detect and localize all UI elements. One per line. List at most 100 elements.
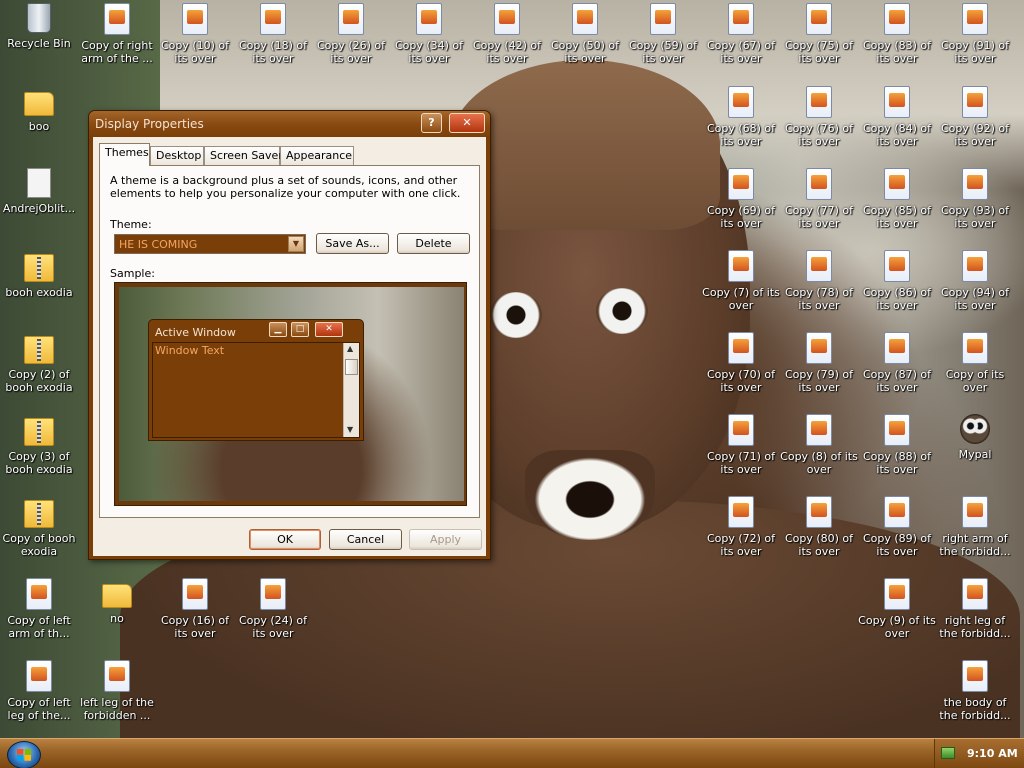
media-file-icon (26, 660, 52, 692)
dialog-titlebar[interactable]: Display Properties ? ✕ (89, 111, 490, 137)
media-file-icon (884, 86, 910, 118)
tab-desktop[interactable]: Desktop (150, 146, 204, 165)
scroll-down-icon: ▼ (347, 425, 354, 434)
dialog-title: Display Properties (95, 117, 204, 131)
desktop-icon-file[interactable]: Copy (87) of its over (858, 332, 936, 394)
desktop-icon-file[interactable]: the body of the forbidd... (936, 660, 1014, 722)
taskbar-clock[interactable]: 9:10 AM (967, 747, 1018, 760)
help-button[interactable]: ? (421, 113, 442, 133)
media-file-icon (728, 168, 754, 200)
desktop-icon-folder[interactable]: boo (0, 86, 78, 133)
desktop-icon-file[interactable]: Copy (24) of its over (234, 578, 312, 640)
raccoon-browser-icon (960, 414, 990, 444)
desktop-icon-file[interactable]: left leg of the forbidden ... (78, 660, 156, 722)
desktop-icon-file[interactable]: Copy (77) of its over (780, 168, 858, 230)
desktop-icon-file[interactable]: Copy of left leg of the... (0, 660, 78, 722)
desktop-icon-file[interactable]: Copy (26) of its over (312, 3, 390, 65)
close-button[interactable]: ✕ (449, 113, 485, 133)
media-file-icon (572, 3, 598, 35)
media-file-icon (104, 3, 130, 35)
desktop-icon-file[interactable]: Copy (83) of its over (858, 3, 936, 65)
theme-sample-preview: Active Window ▁ □ ✕ Window Text ▲ ▼ (114, 282, 467, 506)
desktop-icon-file[interactable]: Copy (16) of its over (156, 578, 234, 640)
desktop-icon-document[interactable]: AndrejOblit... (0, 168, 78, 215)
theme-select[interactable]: HE IS COMING ▼ (114, 234, 306, 254)
network-icon[interactable] (941, 747, 955, 759)
desktop-icon-zip[interactable]: booh exodia (0, 250, 78, 299)
media-file-icon (962, 168, 988, 200)
desktop-icon-file[interactable]: Copy (91) of its over (936, 3, 1014, 65)
desktop-icon-file[interactable]: Copy (93) of its over (936, 168, 1014, 230)
desktop-icon-file[interactable]: Copy (10) of its over (156, 3, 234, 65)
desktop-icon-file[interactable]: Copy (88) of its over (858, 414, 936, 476)
desktop-icon-file[interactable]: Copy (89) of its over (858, 496, 936, 558)
desktop-icon-file[interactable]: Copy (78) of its over (780, 250, 858, 312)
desktop-icon-file[interactable]: Copy (70) of its over (702, 332, 780, 394)
start-button[interactable] (7, 741, 41, 768)
tab-themes[interactable]: Themes (99, 143, 150, 166)
desktop-icon-file[interactable]: Copy (9) of its over (858, 578, 936, 640)
media-file-icon (962, 496, 988, 528)
desktop-icon-mypal[interactable]: Mypal (936, 414, 1014, 461)
desktop-icon-file[interactable]: Copy (59) of its over (624, 3, 702, 65)
folder-icon (24, 92, 54, 116)
media-file-icon (182, 578, 208, 610)
desktop-icon-file[interactable]: Copy of left arm of th... (0, 578, 78, 640)
desktop-icon-file[interactable]: right arm of the forbidd... (936, 496, 1014, 558)
media-file-icon (494, 3, 520, 35)
tab-screen-saver[interactable]: Screen Saver (204, 146, 283, 165)
cancel-button[interactable]: Cancel (329, 529, 402, 550)
desktop-icon-file[interactable]: Copy (75) of its over (780, 3, 858, 65)
display-properties-dialog: Display Properties ? ✕ Themes Desktop Sc… (88, 110, 491, 560)
desktop-icon-file[interactable]: Copy (68) of its over (702, 86, 780, 148)
media-file-icon (650, 3, 676, 35)
media-file-icon (806, 168, 832, 200)
desktop-icon-recycle-bin[interactable]: Recycle Bin (0, 3, 78, 50)
desktop-icon-file[interactable]: Copy (84) of its over (858, 86, 936, 148)
recycle-bin-icon (27, 3, 51, 33)
zip-folder-icon (24, 254, 54, 282)
desktop-icon-zip[interactable]: Copy of booh exodia (0, 496, 78, 558)
desktop-icon-file[interactable]: Copy of right arm of the ... (78, 3, 156, 65)
sample-window-text: Window Text (155, 344, 225, 357)
desktop-icon-file[interactable]: Copy (72) of its over (702, 496, 780, 558)
desktop-icon-file[interactable]: Copy (50) of its over (546, 3, 624, 65)
theme-select-value: HE IS COMING (119, 238, 198, 251)
desktop-icon-file[interactable]: Copy (18) of its over (234, 3, 312, 65)
close-icon: ✕ (315, 322, 343, 337)
desktop-icon-file[interactable]: Copy (94) of its over (936, 250, 1014, 312)
desktop-icon-file[interactable]: Copy (80) of its over (780, 496, 858, 558)
desktop-icon-file[interactable]: Copy (7) of its over (702, 250, 780, 312)
desktop-icon-folder[interactable]: no (78, 578, 156, 625)
chevron-down-icon[interactable]: ▼ (288, 236, 304, 252)
desktop-icon-file[interactable]: Copy (92) of its over (936, 86, 1014, 148)
zip-folder-icon (24, 336, 54, 364)
desktop-icon-file[interactable]: Copy (69) of its over (702, 168, 780, 230)
desktop-icon-zip[interactable]: Copy (3) of booh exodia (0, 414, 78, 476)
media-file-icon (104, 660, 130, 692)
save-as-button[interactable]: Save As... (316, 233, 389, 254)
desktop-icon-file[interactable]: Copy (76) of its over (780, 86, 858, 148)
apply-button[interactable]: Apply (409, 529, 482, 550)
desktop-icon-file[interactable]: Copy (8) of its over (780, 414, 858, 476)
desktop-icon-file[interactable]: Copy (42) of its over (468, 3, 546, 65)
desktop-icon-file[interactable]: Copy (67) of its over (702, 3, 780, 65)
media-file-icon (728, 86, 754, 118)
tab-appearance[interactable]: Appearance (280, 146, 354, 165)
desktop-icon-zip[interactable]: Copy (2) of booh exodia (0, 332, 78, 394)
desktop-icon-file[interactable]: Copy (34) of its over (390, 3, 468, 65)
media-file-icon (962, 250, 988, 282)
desktop-icon-file[interactable]: Copy (85) of its over (858, 168, 936, 230)
media-file-icon (962, 578, 988, 610)
desktop-icon-file[interactable]: right leg of the forbidd... (936, 578, 1014, 640)
desktop-icon-file[interactable]: Copy (79) of its over (780, 332, 858, 394)
delete-button[interactable]: Delete (397, 233, 470, 254)
media-file-icon (962, 332, 988, 364)
ok-button[interactable]: OK (249, 529, 321, 550)
media-file-icon (806, 332, 832, 364)
desktop-icon-file[interactable]: Copy (86) of its over (858, 250, 936, 312)
desktop-icon-file[interactable]: Copy (71) of its over (702, 414, 780, 476)
desktop-icon-file[interactable]: Copy of its over (936, 332, 1014, 394)
sample-window-title: Active Window (155, 326, 236, 339)
media-file-icon (260, 3, 286, 35)
